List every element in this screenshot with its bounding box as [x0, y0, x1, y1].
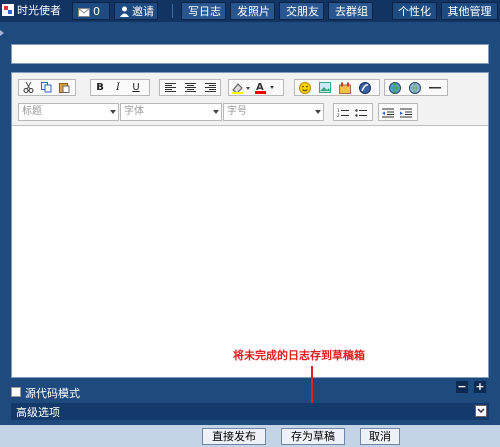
font-color-icon[interactable]: A — [253, 80, 279, 95]
publish-button[interactable]: 直接发布 — [202, 428, 266, 445]
align-left-icon[interactable] — [162, 80, 178, 95]
user-menu[interactable]: 时光使者 — [2, 2, 61, 20]
expand-editor-button[interactable]: + — [474, 381, 486, 393]
clipboard-group — [18, 79, 76, 96]
invite-label: 邀请 — [132, 5, 154, 18]
font-family-select-value: 字体 — [124, 106, 144, 117]
dropdown-arrow-icon — [213, 110, 219, 114]
font-family-select[interactable]: 字体 — [120, 103, 222, 121]
personalize-button[interactable]: 个性化 — [392, 2, 437, 20]
rich-text-editor: B I U A 标题 字体 字号 1 2 — [11, 72, 489, 378]
emoticon-icon[interactable] — [297, 80, 313, 95]
link-group — [384, 79, 448, 96]
insert-image-icon[interactable] — [317, 80, 333, 95]
invite-button[interactable]: 邀请 — [114, 2, 158, 20]
horizontal-rule-icon[interactable] — [427, 80, 443, 95]
cut-icon[interactable] — [20, 80, 36, 95]
envelope-icon — [78, 5, 90, 23]
dropdown-arrow-icon — [110, 110, 116, 114]
paste-icon[interactable] — [56, 80, 72, 95]
messages-button[interactable]: 0 — [72, 2, 110, 20]
unordered-list-icon[interactable] — [353, 105, 369, 120]
manage-button[interactable]: 其他管理 — [441, 2, 498, 20]
save-draft-button[interactable]: 存为草稿 — [281, 428, 345, 445]
font-size-select[interactable]: 字号 — [223, 103, 324, 121]
heading-select-value: 标题 — [22, 106, 42, 117]
source-mode-checkbox[interactable] — [11, 387, 21, 397]
user-name: 时光使者 — [17, 4, 61, 17]
underline-icon[interactable]: U — [128, 80, 144, 95]
highlight-color-icon[interactable] — [229, 80, 253, 95]
advanced-options-label: 高级选项 — [16, 406, 60, 419]
divider — [172, 4, 173, 18]
italic-icon[interactable]: I — [110, 80, 126, 95]
tab-post-photos[interactable]: 发照片 — [230, 2, 275, 20]
dropdown-arrow-icon — [315, 110, 321, 114]
bold-icon[interactable]: B — [92, 80, 108, 95]
indent-icon[interactable] — [398, 105, 414, 120]
shrink-editor-button[interactable]: − — [456, 381, 468, 393]
heading-select[interactable]: 标题 — [18, 103, 119, 121]
top-navigation-bar: 时光使者 0 邀请 写日志 发照片 交朋友 去群组 个性化 其他管理 — [0, 0, 500, 22]
chevron-down-icon[interactable] — [475, 405, 487, 417]
editor-toolbar: B I U A 标题 字体 字号 1 2 — [12, 73, 488, 126]
annotation-text: 将未完成的日志存到草稿箱 — [233, 349, 365, 362]
tab-write-diary[interactable]: 写日志 — [181, 2, 226, 20]
advanced-options-bar[interactable]: 高级选项 — [11, 403, 489, 420]
tab-groups[interactable]: 去群组 — [328, 2, 373, 20]
editor-content-area[interactable] — [12, 126, 488, 377]
align-center-icon[interactable] — [182, 80, 198, 95]
collapse-arrow-icon[interactable] — [0, 30, 4, 36]
insert-media-icon[interactable] — [337, 80, 353, 95]
cancel-button[interactable]: 取消 — [360, 428, 400, 445]
list-group: 12 — [333, 103, 373, 121]
remove-link-icon[interactable] — [407, 80, 423, 95]
insert-link-icon[interactable] — [387, 80, 403, 95]
person-icon — [120, 5, 129, 23]
text-style-group: B I U — [90, 79, 150, 96]
insert-group — [294, 79, 380, 96]
insert-flash-icon[interactable] — [357, 80, 373, 95]
align-right-icon[interactable] — [202, 80, 218, 95]
svg-text:2: 2 — [337, 113, 340, 118]
diary-title-input[interactable] — [11, 44, 489, 64]
action-footer: 直接发布 存为草稿 取消 — [0, 425, 500, 447]
outdent-icon[interactable] — [380, 105, 396, 120]
user-avatar-icon — [2, 4, 14, 22]
ordered-list-icon[interactable]: 12 — [335, 105, 351, 120]
color-group: A — [228, 79, 284, 96]
alignment-group — [159, 79, 221, 96]
tab-make-friends[interactable]: 交朋友 — [279, 2, 324, 20]
messages-count: 0 — [93, 5, 100, 18]
font-size-select-value: 字号 — [227, 106, 247, 117]
source-mode-label: 源代码模式 — [25, 387, 80, 400]
indent-group — [378, 103, 418, 121]
copy-icon[interactable] — [38, 80, 54, 95]
